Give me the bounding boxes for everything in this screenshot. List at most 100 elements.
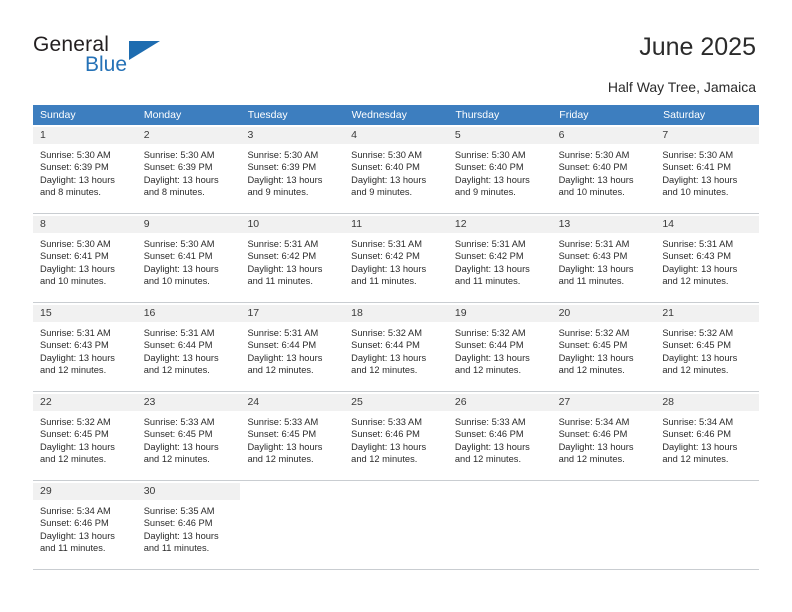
sunrise-text: Sunrise: 5:31 AM <box>247 328 319 338</box>
day-number: 20 <box>558 307 571 319</box>
sunset-text: Sunset: 6:46 PM <box>143 518 213 529</box>
sunrise-text: Sunrise: 5:32 AM <box>454 328 526 338</box>
daylight-text-line2: and 12 minutes. <box>143 365 210 376</box>
day-details: Sunrise: 5:34 AM Sunset: 6:46 PM Daylight:… <box>655 411 759 466</box>
daylight-text-line1: Daylight: 13 hours <box>558 174 634 185</box>
sunset-text: Sunset: 6:46 PM <box>662 429 732 440</box>
day-number-strip: 3 <box>240 127 345 144</box>
calendar-day-cell[interactable]: 7 Sunrise: 5:30 AM Sunset: 6:41 PM Daylight… <box>655 127 760 213</box>
day-number-strip <box>344 483 448 500</box>
sunrise-text: Sunrise: 5:30 AM <box>247 150 319 160</box>
day-number: 25 <box>351 396 363 408</box>
calendar-day-cell[interactable]: 10 Sunrise: 5:31 AM Sunset: 6:42 PM Dayligh… <box>240 216 345 302</box>
weekday-sunday: Sunday <box>40 109 76 121</box>
day-number: 27 <box>558 396 571 408</box>
day-number-strip: 9 <box>136 216 241 233</box>
day-details: Sunrise: 5:31 AM Sunset: 6:42 PM Daylight:… <box>448 233 552 288</box>
sunrise-text: Sunrise: 5:31 AM <box>143 328 215 338</box>
day-details: Sunrise: 5:30 AM Sunset: 6:39 PM Daylight:… <box>33 144 137 199</box>
sunset-text: Sunset: 6:42 PM <box>454 251 524 262</box>
day-number-strip: 4 <box>344 127 448 144</box>
calendar-day-cell[interactable]: 6 Sunrise: 5:30 AM Sunset: 6:40 PM Daylight… <box>551 127 656 213</box>
day-number-strip <box>655 483 759 500</box>
day-number: 29 <box>40 485 52 497</box>
sunset-text: Sunset: 6:40 PM <box>454 162 524 173</box>
day-number: 12 <box>454 218 467 230</box>
calendar-day-cell[interactable]: 26 Sunrise: 5:33 AM Sunset: 6:46 PM Dayligh… <box>447 394 552 480</box>
calendar-day-cell[interactable]: 4 Sunrise: 5:30 AM Sunset: 6:40 PM Daylight… <box>344 127 448 213</box>
calendar-day-cell[interactable]: 29 Sunrise: 5:34 AM Sunset: 6:46 PM Dayligh… <box>33 483 137 569</box>
daylight-text-line2: and 10 minutes. <box>143 276 210 287</box>
calendar-day-cell[interactable]: 17 Sunrise: 5:31 AM Sunset: 6:44 PM Dayligh… <box>240 305 345 391</box>
general-blue-logo: General Blue <box>33 33 163 81</box>
calendar-week-row: 1 Sunrise: 5:30 AM Sunset: 6:39 PM Daylight… <box>33 127 760 214</box>
day-number: 10 <box>247 218 260 230</box>
day-number-strip: 18 <box>344 305 448 322</box>
calendar-day-cell[interactable]: 16 Sunrise: 5:31 AM Sunset: 6:44 PM Dayligh… <box>136 305 241 391</box>
calendar-day-cell[interactable]: 28 Sunrise: 5:34 AM Sunset: 6:46 PM Dayligh… <box>655 394 760 480</box>
calendar-day-cell[interactable]: 12 Sunrise: 5:31 AM Sunset: 6:42 PM Dayligh… <box>447 216 552 302</box>
day-number-strip: 14 <box>655 216 760 233</box>
calendar-day-cell-empty <box>551 483 656 569</box>
sunset-text: Sunset: 6:43 PM <box>40 340 109 351</box>
daylight-text-line1: Daylight: 13 hours <box>662 263 738 274</box>
calendar-day-cell[interactable]: 5 Sunrise: 5:30 AM Sunset: 6:40 PM Daylight… <box>447 127 552 213</box>
day-details: Sunrise: 5:35 AM Sunset: 6:46 PM Daylight:… <box>137 500 241 555</box>
day-number: 4 <box>351 129 357 141</box>
calendar-day-cell[interactable]: 3 Sunrise: 5:30 AM Sunset: 6:39 PM Daylight… <box>240 127 345 213</box>
sunrise-text: Sunrise: 5:32 AM <box>662 328 734 338</box>
day-number-strip: 28 <box>655 394 760 411</box>
daylight-text-line1: Daylight: 13 hours <box>662 174 738 185</box>
logo-text-blue: Blue <box>85 53 128 76</box>
day-number: 21 <box>662 307 674 319</box>
calendar-day-cell[interactable]: 2 Sunrise: 5:30 AM Sunset: 6:39 PM Daylight… <box>136 127 241 213</box>
day-number: 18 <box>351 307 363 319</box>
calendar-day-cell[interactable]: 8 Sunrise: 5:30 AM Sunset: 6:41 PM Daylight… <box>33 216 137 302</box>
calendar-day-cell[interactable]: 30 Sunrise: 5:35 AM Sunset: 6:46 PM Dayligh… <box>136 483 241 569</box>
day-number: 19 <box>454 307 467 319</box>
calendar-day-cell[interactable]: 11 Sunrise: 5:31 AM Sunset: 6:42 PM Dayligh… <box>344 216 448 302</box>
sunrise-text: Sunrise: 5:30 AM <box>40 150 111 160</box>
calendar-day-cell[interactable]: 1 Sunrise: 5:30 AM Sunset: 6:39 PM Daylight… <box>33 127 137 213</box>
daylight-text-line1: Daylight: 13 hours <box>143 174 219 185</box>
calendar-day-cell[interactable]: 25 Sunrise: 5:33 AM Sunset: 6:46 PM Dayligh… <box>344 394 448 480</box>
sunset-text: Sunset: 6:46 PM <box>40 518 109 529</box>
day-number-strip: 29 <box>33 483 137 500</box>
calendar-day-cell[interactable]: 15 Sunrise: 5:31 AM Sunset: 6:43 PM Dayligh… <box>33 305 137 391</box>
calendar-day-cell[interactable]: 23 Sunrise: 5:33 AM Sunset: 6:45 PM Dayligh… <box>136 394 241 480</box>
sunset-text: Sunset: 6:44 PM <box>247 340 317 351</box>
calendar-day-cell[interactable]: 9 Sunrise: 5:30 AM Sunset: 6:41 PM Daylight… <box>136 216 241 302</box>
day-number-strip: 27 <box>551 394 656 411</box>
calendar-day-cell[interactable]: 21 Sunrise: 5:32 AM Sunset: 6:45 PM Dayligh… <box>655 305 760 391</box>
calendar-day-cell[interactable]: 19 Sunrise: 5:32 AM Sunset: 6:44 PM Dayligh… <box>447 305 552 391</box>
day-number: 3 <box>247 129 254 141</box>
daylight-text-line1: Daylight: 13 hours <box>247 441 323 452</box>
day-details: Sunrise: 5:30 AM Sunset: 6:40 PM Daylight:… <box>448 144 552 199</box>
day-number-strip: 7 <box>655 127 760 144</box>
daylight-text-line1: Daylight: 13 hours <box>143 352 219 363</box>
day-number-strip: 24 <box>240 394 345 411</box>
calendar-day-cell[interactable]: 18 Sunrise: 5:32 AM Sunset: 6:44 PM Dayligh… <box>344 305 448 391</box>
day-number-strip: 15 <box>33 305 137 322</box>
calendar-day-cell[interactable]: 14 Sunrise: 5:31 AM Sunset: 6:43 PM Dayligh… <box>655 216 760 302</box>
calendar-day-cell[interactable]: 22 Sunrise: 5:32 AM Sunset: 6:45 PM Dayligh… <box>33 394 137 480</box>
day-details: Sunrise: 5:31 AM Sunset: 6:44 PM Daylight:… <box>240 322 344 377</box>
daylight-text-line2: and 12 minutes. <box>351 365 418 376</box>
calendar-day-cell[interactable]: 24 Sunrise: 5:33 AM Sunset: 6:45 PM Dayligh… <box>240 394 345 480</box>
daylight-text-line1: Daylight: 13 hours <box>351 174 427 185</box>
day-details: Sunrise: 5:30 AM Sunset: 6:39 PM Daylight:… <box>137 144 241 199</box>
sunrise-text: Sunrise: 5:34 AM <box>662 417 734 427</box>
sunset-text: Sunset: 6:41 PM <box>662 162 732 173</box>
day-number-strip: 23 <box>136 394 241 411</box>
calendar-day-cell[interactable]: 20 Sunrise: 5:32 AM Sunset: 6:45 PM Dayligh… <box>551 305 656 391</box>
daylight-text-line1: Daylight: 13 hours <box>40 530 115 541</box>
sunset-text: Sunset: 6:45 PM <box>662 340 732 351</box>
day-number-strip: 8 <box>33 216 137 233</box>
calendar-day-cell[interactable]: 27 Sunrise: 5:34 AM Sunset: 6:46 PM Dayligh… <box>551 394 656 480</box>
calendar-day-cell-empty <box>240 483 345 569</box>
calendar-day-cell[interactable]: 13 Sunrise: 5:31 AM Sunset: 6:43 PM Dayligh… <box>551 216 656 302</box>
calendar-week-row: 8 Sunrise: 5:30 AM Sunset: 6:41 PM Daylight… <box>33 216 760 303</box>
daylight-text-line1: Daylight: 13 hours <box>558 441 634 452</box>
daylight-text-line2: and 12 minutes. <box>662 276 729 287</box>
day-number-strip: 13 <box>551 216 656 233</box>
